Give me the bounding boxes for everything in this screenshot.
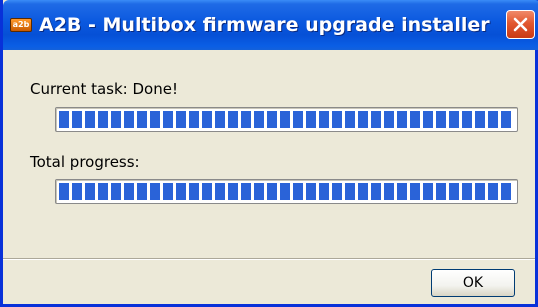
app-icon: a2b	[10, 18, 32, 32]
total-progress-fill	[59, 183, 514, 200]
installer-window: a2b A2B - Multibox firmware upgrade inst…	[0, 0, 538, 307]
title-bar[interactable]: a2b A2B - Multibox firmware upgrade inst…	[3, 0, 538, 50]
current-task-label: Current task: Done!	[30, 80, 178, 98]
close-button[interactable]	[506, 10, 535, 39]
separator	[3, 258, 535, 260]
current-task-progress-bar	[55, 107, 518, 132]
window-title: A2B - Multibox firmware upgrade installe…	[39, 14, 490, 36]
ok-button[interactable]: OK	[431, 269, 515, 297]
close-icon	[513, 17, 528, 32]
current-task-progress-fill	[59, 111, 514, 128]
total-progress-label: Total progress:	[30, 153, 140, 171]
total-progress-bar	[55, 179, 518, 204]
